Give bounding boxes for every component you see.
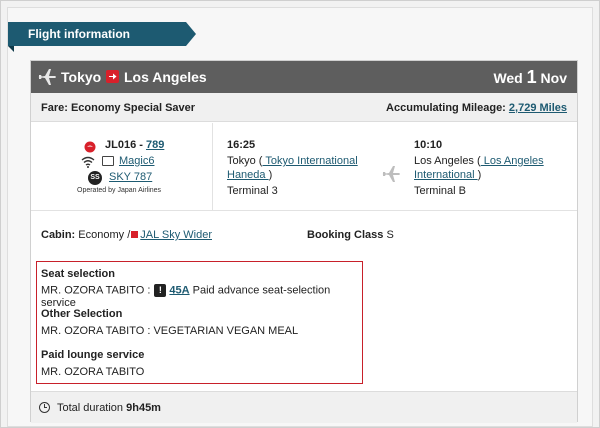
flight-number-link[interactable]: 789 [146, 139, 164, 151]
flight-number-text: JL016 - [105, 139, 143, 151]
accumulating-mileage: Accumulating Mileage: 2,729 Miles [386, 102, 567, 114]
arrival-terminal: Terminal B [414, 185, 466, 197]
booking-class-value: S [386, 229, 394, 241]
duration-label: Total duration [57, 402, 124, 414]
departure-time: 16:25 [227, 139, 256, 151]
date-day: 1 [526, 67, 537, 87]
fare-row: Fare: Economy Special Saver Accumulating… [31, 93, 577, 122]
flight-details: JL016 - 789 Magic6 SS SKY 787 Operated b… [31, 123, 213, 211]
flag-icon [131, 231, 139, 238]
plane-icon [38, 69, 56, 85]
duration-row: Total duration 9h45m [31, 391, 577, 423]
date-month: Nov [540, 70, 567, 86]
plane-mid-icon [382, 166, 400, 182]
clock-icon [39, 402, 50, 413]
other-selection-text: MR. OZORA TABITO : VEGETARIAN VEGAN MEAL [41, 325, 299, 337]
mileage-link[interactable]: 2,729 Miles [509, 102, 567, 114]
selected-services-box: Seat selection MR. OZORA TABITO :! 45A Pa… [36, 261, 363, 384]
departure-city-name: Tokyo [227, 155, 256, 167]
departure-city: Tokyo ( Tokyo International Haneda ) [227, 155, 358, 181]
flight-information-tab: Flight information [8, 22, 196, 46]
flight-number: JL016 - 789 [105, 139, 164, 151]
total-duration: Total duration 9h45m [57, 402, 161, 414]
arrow-right-icon [106, 70, 119, 83]
booking-class-label: Booking Class [307, 229, 384, 241]
flight-card: Tokyo Los Angeles Wed 1 Nov Fare: Econom… [30, 60, 578, 423]
operated-by: Operated by Japan Airlines [77, 187, 162, 194]
seat-type-link[interactable]: JAL Sky Wider [140, 229, 212, 241]
arrival-time: 10:10 [414, 139, 443, 151]
seat-selection-heading: Seat selection [41, 268, 115, 280]
wifi-icon [81, 156, 95, 168]
seat-selection-row: MR. OZORA TABITO :! 45A Paid advance seat… [41, 284, 362, 309]
route-destination: Los Angeles [124, 69, 207, 85]
departure-terminal: Terminal 3 [227, 185, 278, 197]
cabin-row: Cabin: Economy / JAL Sky Wider Booking Cl… [31, 211, 577, 257]
date-weekday: Wed [493, 70, 523, 86]
exclamation-icon: ! [154, 284, 167, 297]
fare-type: Fare: Economy Special Saver [41, 102, 196, 114]
flight-segment: JL016 - 789 Magic6 SS SKY 787 Operated b… [31, 123, 577, 211]
ss-icon: SS [88, 171, 102, 185]
tv-icon [102, 156, 114, 166]
seat-number-link[interactable]: 45A [169, 284, 189, 296]
mileage-label: Accumulating Mileage: [386, 102, 506, 114]
other-selection-heading: Other Selection [41, 308, 123, 320]
cabin-info: Cabin: Economy / JAL Sky Wider [41, 229, 212, 241]
entertainment-link[interactable]: Magic6 [119, 155, 154, 167]
aircraft-link[interactable]: SKY 787 [109, 171, 152, 183]
route-origin: Tokyo [61, 69, 102, 85]
arrival-city-name: Los Angeles [414, 155, 474, 167]
lounge-text: MR. OZORA TABITO [41, 366, 145, 378]
route-bar: Tokyo Los Angeles Wed 1 Nov [31, 61, 577, 93]
lounge-heading: Paid lounge service [41, 349, 145, 361]
arrival-city: Los Angeles ( Los Angeles International … [414, 155, 544, 181]
booking-class: Booking Class S [307, 229, 394, 241]
cabin-label: Cabin: [41, 229, 76, 241]
route-date: Wed 1 Nov [493, 67, 567, 88]
jal-crane-icon [84, 141, 96, 153]
cabin-value: Economy / [78, 229, 131, 241]
seat-passenger: MR. OZORA TABITO : [41, 284, 151, 297]
duration-value: 9h45m [126, 402, 161, 414]
